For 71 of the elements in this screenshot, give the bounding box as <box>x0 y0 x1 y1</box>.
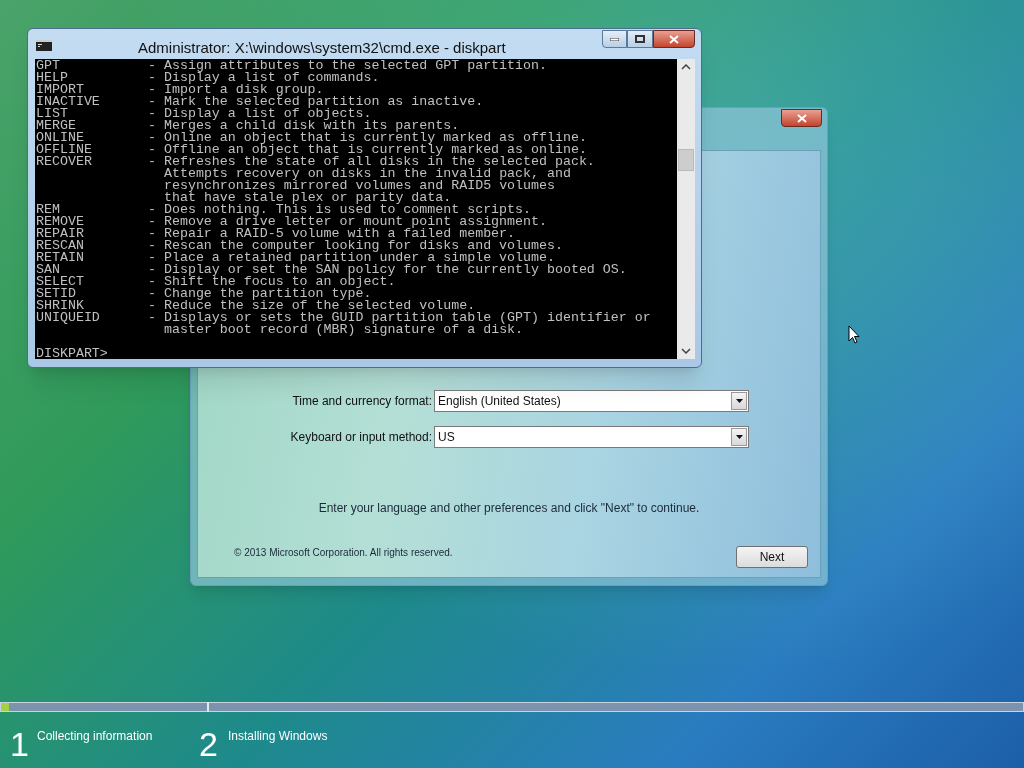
command-description: - Display a list of objects. <box>148 108 372 120</box>
window-title: Administrator: X:\windows\system32\cmd.exe - diskpart <box>138 38 506 58</box>
scrollbar[interactable] <box>677 59 695 359</box>
close-button[interactable] <box>653 30 695 48</box>
command-description: - Shift the focus to an object. <box>148 276 396 288</box>
command-description: - Offline an object that is currently marked as online. <box>148 144 587 156</box>
command-description: - Displays or sets the GUID partition table (GPT) identifier or <box>148 312 651 324</box>
command-description: - Rescan the computer looking for disks and volumes. <box>148 240 563 252</box>
command-description: - Reduce the size of the selected volume. <box>148 300 476 312</box>
command-description: - Assign attributes to the selected GPT partition. <box>148 60 547 72</box>
command-name: SAN <box>36 264 60 276</box>
command-description: - Change the partition type. <box>148 288 372 300</box>
command-description: resynchronizes mirrored volumes and RAID5 volumes <box>164 180 555 192</box>
step-label: Collecting information <box>37 728 153 745</box>
scroll-up-icon <box>681 64 691 70</box>
command-description: master boot record (MBR) signature of a disk. <box>164 324 524 336</box>
command-description: - Import a disk group. <box>148 84 324 96</box>
command-name: SETID <box>36 288 76 300</box>
field-label: Keyboard or input method: <box>289 429 433 446</box>
command-description: - Display or set the SAN policy for the currently booted OS. <box>148 264 627 276</box>
console-icon <box>36 40 52 51</box>
command-description: - Merges a child disk with its parents. <box>148 120 460 132</box>
instruction-text: Enter your language and other preferences and click "Next" to continue. <box>317 500 701 517</box>
dropdown-arrow-icon <box>735 399 743 403</box>
command-description: - Place a retained partition under a simple volume. <box>148 252 555 264</box>
command-name: SHRINK <box>36 300 84 312</box>
command-description: - Display a list of commands. <box>148 72 380 84</box>
command-description: that have stale plex or parity data. <box>164 192 452 204</box>
scroll-thumb[interactable] <box>678 149 694 171</box>
command-name: RECOVER <box>36 156 93 168</box>
command-description: Attempts recovery on disks in the invalid pack, and <box>164 168 571 180</box>
command-name: REM <box>36 204 60 216</box>
command-name: OFFLINE <box>36 144 93 156</box>
command-name: RESCAN <box>36 240 85 252</box>
command-description: - Does nothing. This is used to comment scripts. <box>148 204 531 216</box>
dropdown-field[interactable]: English (United States) <box>434 390 749 412</box>
dropdown-arrow-icon <box>735 435 743 439</box>
minimize-icon <box>610 37 619 41</box>
step-number: 1 <box>10 724 29 764</box>
next-button[interactable]: Next <box>736 546 808 568</box>
command-name: INACTIVE <box>36 96 101 108</box>
command-name: REMOVE <box>36 216 85 228</box>
step-label: Installing Windows <box>228 728 328 745</box>
command-description: - Remove a drive letter or mount point assignment. <box>148 216 547 228</box>
copyright-text: © 2013 Microsoft Corporation. All rights reserved. <box>234 546 453 560</box>
close-icon <box>796 113 807 123</box>
command-name: SELECT <box>36 276 85 288</box>
command-name: LIST <box>36 108 68 120</box>
command-name: GPT <box>36 60 60 72</box>
command-description: - Online an object that is currently marked as offline. <box>148 132 587 144</box>
command-prompt: DISKPART> <box>36 348 109 359</box>
field-label: Time and currency format: <box>291 393 433 410</box>
command-description: - Mark the selected partition as inactive. <box>148 96 484 108</box>
mouse-pointer-icon <box>848 325 860 344</box>
close-button[interactable] <box>781 109 822 127</box>
command-name: REPAIR <box>36 228 85 240</box>
scroll-down-icon <box>681 348 691 354</box>
command-name: HELP <box>36 72 68 84</box>
step-number: 2 <box>199 724 218 764</box>
command-name: IMPORT <box>36 84 84 96</box>
command-name: MERGE <box>36 120 76 132</box>
dropdown-field[interactable]: US <box>434 426 749 448</box>
command-description: - Repair a RAID-5 volume with a failed member. <box>148 228 516 240</box>
maximize-button[interactable] <box>627 30 653 48</box>
command-name: RETAIN <box>36 252 85 264</box>
command-description: - Refreshes the state of all disks in the selected pack. <box>148 156 595 168</box>
command-name: UNIQUEID <box>36 312 101 324</box>
restore-icon <box>635 35 645 43</box>
command-name: ONLINE <box>36 132 84 144</box>
close-icon <box>669 34 679 44</box>
minimize-button[interactable] <box>602 30 627 48</box>
